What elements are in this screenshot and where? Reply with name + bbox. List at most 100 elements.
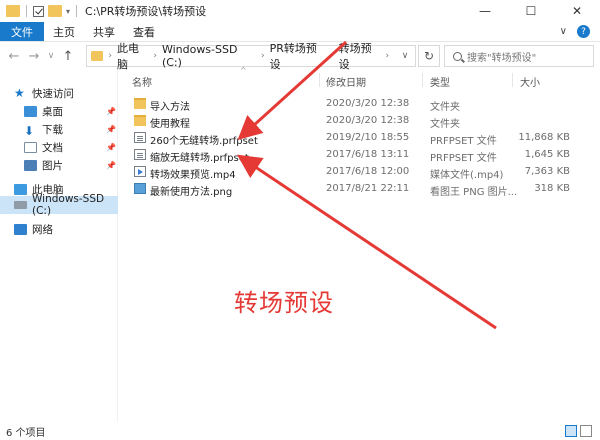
file-date: 2017/6/18 12:00	[326, 166, 410, 177]
tab-file[interactable]: 文件	[0, 22, 44, 41]
column-header-size[interactable]: 大小	[520, 74, 540, 89]
back-button[interactable]: ←	[4, 49, 24, 64]
folder-icon	[134, 115, 146, 126]
details-view-icon[interactable]	[565, 425, 577, 437]
table-row[interactable]: 转场效果预览.mp4 2017/6/18 12:00 媒体文件(.mp4) 7,…	[124, 164, 600, 181]
tab-view[interactable]: 查看	[124, 22, 164, 41]
computer-icon	[14, 183, 27, 195]
chevron-right-icon[interactable]: ›	[261, 51, 265, 61]
divider[interactable]	[422, 73, 423, 87]
drive-icon	[14, 201, 27, 209]
divider[interactable]	[512, 73, 513, 87]
up-button[interactable]: ↑	[58, 49, 78, 64]
address-bar[interactable]: › 此电脑 › Windows-SSD (C:) › PR转场预设 › 转场预设…	[86, 42, 416, 71]
file-name: 转场效果预览.mp4	[150, 170, 236, 181]
pin-icon[interactable]: 📌	[106, 125, 116, 134]
file-date: 2019/2/10 18:55	[326, 132, 410, 143]
file-type: 看图王 PNG 图片...	[430, 187, 518, 198]
recent-locations-button[interactable]: ∨	[44, 51, 58, 61]
document-icon	[24, 141, 37, 153]
divider	[76, 5, 78, 17]
annotation-label: 转场预设	[234, 289, 334, 317]
ribbon-right: ∨ ?	[560, 22, 600, 41]
refresh-button[interactable]: ↻	[418, 45, 440, 67]
table-row[interactable]: 260个无缝转场.prfpset 2019/2/10 18:55 PRFPSET…	[124, 130, 600, 147]
window-title: C:\PR转场预设\转场预设	[85, 5, 207, 18]
folder-icon	[134, 98, 146, 109]
file-size: 11,868 KB	[518, 132, 570, 143]
breadcrumb-this-pc[interactable]: 此电脑	[117, 40, 148, 72]
table-row[interactable]: 导入方法 2020/3/20 12:38 文件夹	[124, 96, 600, 113]
sidebar-item-quick-access[interactable]: ★ 快速访问	[0, 84, 118, 102]
star-icon: ★	[14, 86, 25, 100]
file-size: 1,645 KB	[524, 149, 570, 160]
new-folder-icon[interactable]	[48, 5, 62, 17]
sidebar-item-desktop[interactable]: 桌面 📌	[0, 102, 118, 120]
search-box[interactable]: 搜索"转场预设"	[444, 45, 594, 67]
search-icon	[453, 51, 462, 61]
sidebar-item-label: 快速访问	[32, 87, 74, 100]
pin-icon[interactable]: 📌	[106, 143, 116, 152]
file-name: 导入方法	[150, 102, 190, 113]
chevron-right-icon: ›	[108, 51, 112, 61]
file-date: 2017/8/21 22:11	[326, 183, 410, 194]
pin-icon[interactable]: 📌	[106, 107, 116, 116]
sidebar-item-label: 桌面	[42, 105, 63, 118]
file-name: 最新使用方法.png	[150, 187, 233, 198]
table-row[interactable]: 使用教程 2020/3/20 12:38 文件夹	[124, 113, 600, 130]
column-header-type[interactable]: 类型	[430, 74, 450, 89]
file-size: 7,363 KB	[524, 166, 570, 177]
forward-button[interactable]: →	[24, 49, 44, 64]
breadcrumb-current[interactable]: 转场预设	[339, 40, 381, 72]
sidebar-item-downloads[interactable]: ⬇ 下载 📌	[0, 120, 118, 138]
image-file-icon	[134, 183, 146, 194]
sidebar-item-network[interactable]: 网络	[0, 220, 118, 238]
file-type: PRFPSET 文件	[430, 153, 497, 164]
download-icon: ⬇	[24, 123, 35, 138]
close-button[interactable]: ✕	[554, 0, 600, 22]
prfpset-file-icon	[134, 132, 146, 143]
file-name: 缩放无缝转场.prfpset	[150, 153, 249, 164]
chevron-right-icon[interactable]: ›	[153, 51, 157, 61]
sidebar-item-windows-ssd[interactable]: Windows-SSD (C:)	[0, 193, 118, 217]
column-header-name[interactable]: 名称	[132, 74, 152, 89]
divider[interactable]	[319, 73, 320, 87]
sidebar-item-label: 下载	[42, 123, 63, 136]
chevron-right-icon[interactable]: ›	[330, 51, 334, 61]
customize-toolbar-icon[interactable]: ▾	[66, 7, 70, 16]
prfpset-file-icon	[134, 149, 146, 160]
maximize-button[interactable]: ☐	[508, 0, 554, 22]
quick-access-toolbar: ▾	[0, 5, 79, 17]
tab-share[interactable]: 共享	[84, 22, 124, 41]
chevron-right-icon[interactable]: ›	[385, 51, 389, 61]
sidebar-item-pictures[interactable]: 图片 📌	[0, 156, 118, 174]
view-switcher	[565, 425, 592, 437]
file-type: 文件夹	[430, 102, 460, 113]
table-row[interactable]: 最新使用方法.png 2017/8/21 22:11 看图王 PNG 图片...…	[124, 181, 600, 198]
window-controls: — ☐ ✕	[462, 0, 600, 22]
file-date: 2017/6/18 13:11	[326, 149, 410, 160]
navigation-bar: ← → ∨ ↑ › 此电脑 › Windows-SSD (C:) › PR转场预…	[0, 42, 600, 71]
sidebar-item-label: 网络	[32, 223, 53, 236]
large-icons-view-icon[interactable]	[580, 425, 592, 437]
title-bar: ▾ C:\PR转场预设\转场预设 — ☐ ✕	[0, 0, 600, 22]
help-icon[interactable]: ?	[577, 25, 590, 38]
minimize-button[interactable]: —	[462, 0, 508, 22]
file-name: 使用教程	[150, 119, 190, 130]
expand-ribbon-icon[interactable]: ∨	[560, 26, 567, 37]
breadcrumb-pr-presets[interactable]: PR转场预设	[270, 40, 325, 72]
properties-icon[interactable]	[33, 5, 44, 17]
table-row[interactable]: 缩放无缝转场.prfpset 2017/6/18 13:11 PRFPSET 文…	[124, 147, 600, 164]
file-type: 媒体文件(.mp4)	[430, 170, 504, 181]
status-bar: 6 个项目	[0, 422, 600, 440]
picture-icon	[24, 159, 37, 171]
file-date: 2020/3/20 12:38	[326, 115, 410, 126]
sidebar-item-label: 文档	[42, 141, 63, 154]
sidebar-item-label: Windows-SSD (C:)	[32, 193, 105, 217]
tab-home[interactable]: 主页	[44, 22, 84, 41]
sidebar-item-documents[interactable]: 文档 📌	[0, 138, 118, 156]
file-date: 2020/3/20 12:38	[326, 98, 410, 109]
pin-icon[interactable]: 📌	[106, 161, 116, 170]
column-header-date[interactable]: 修改日期	[326, 74, 366, 89]
address-history-button[interactable]: ∨	[394, 46, 415, 66]
